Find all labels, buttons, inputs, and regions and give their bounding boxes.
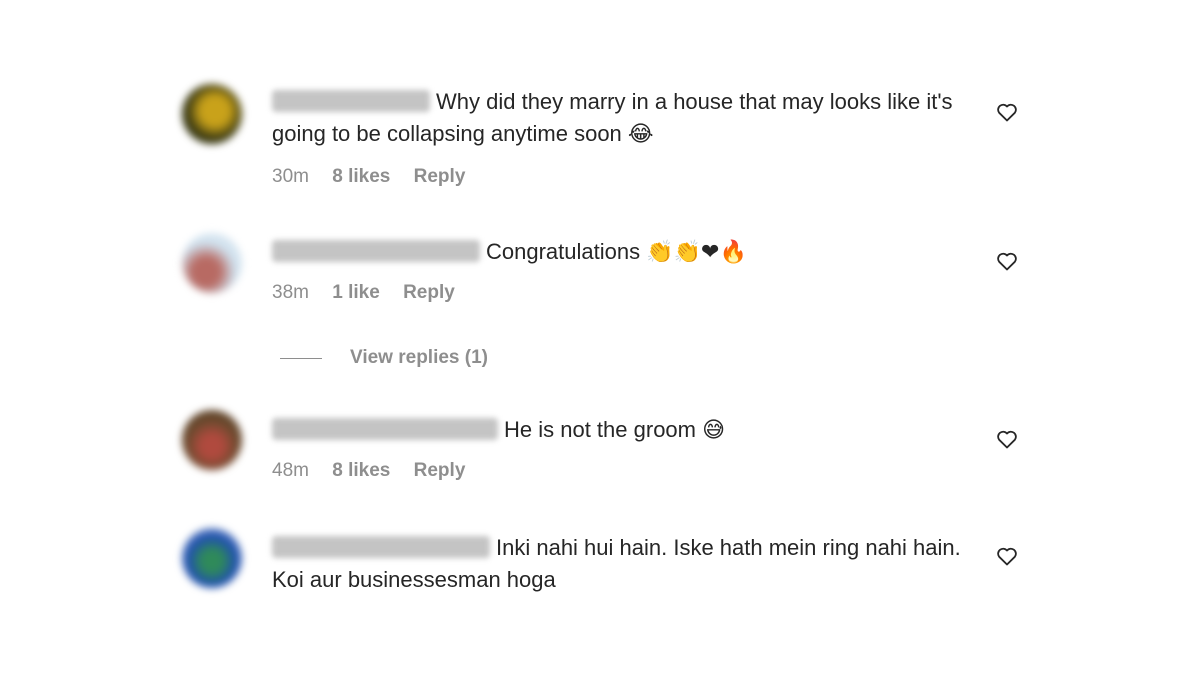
username-redacted[interactable]	[272, 240, 480, 262]
reply-button[interactable]: Reply	[414, 166, 466, 187]
comment-text: Congratulations 👏👏❤🔥	[272, 236, 972, 269]
comment-text: He is not the groom 😅	[272, 414, 972, 447]
view-replies-button[interactable]: View replies (1)	[280, 343, 488, 373]
emoji: 😅	[702, 418, 726, 443]
reply-button[interactable]: Reply	[403, 282, 455, 303]
username-redacted[interactable]	[272, 418, 498, 440]
avatar[interactable]	[182, 84, 242, 144]
comment-likes[interactable]: 8 likes	[332, 166, 390, 187]
comment-meta: 48m 8 likes Reply	[272, 460, 483, 482]
avatar[interactable]	[182, 528, 242, 588]
comment-message: Congratulations	[486, 239, 641, 264]
emoji: 😂	[627, 122, 654, 147]
emoji: 👏👏❤🔥	[646, 240, 747, 265]
heart-outline-icon[interactable]	[995, 249, 1019, 273]
heart-outline-icon[interactable]	[995, 100, 1019, 124]
username-redacted[interactable]	[272, 536, 490, 558]
comment-body: Inki nahi hui hain. Iske hath mein ring …	[272, 532, 972, 596]
comment-text: Inki nahi hui hain. Iske hath mein ring …	[272, 532, 972, 596]
comment-time: 30m	[272, 166, 309, 187]
comment-body: Congratulations 👏👏❤🔥 38m 1 like Reply	[272, 236, 972, 303]
comment-time: 38m	[272, 282, 309, 303]
comment-body: Why did they marry in a house that may l…	[272, 86, 972, 187]
comment-time: 48m	[272, 460, 309, 481]
comment-meta: 30m 8 likes Reply	[272, 166, 483, 188]
view-replies-label: View replies (1)	[350, 347, 488, 368]
username-redacted[interactable]	[272, 90, 430, 112]
comment-likes[interactable]: 1 like	[332, 282, 380, 303]
reply-button[interactable]: Reply	[414, 460, 466, 481]
avatar[interactable]	[182, 410, 242, 470]
divider-line	[280, 357, 322, 359]
comment-text: Why did they marry in a house that may l…	[272, 86, 972, 151]
heart-outline-icon[interactable]	[995, 544, 1019, 568]
comment-likes[interactable]: 8 likes	[332, 460, 390, 481]
comment-body: He is not the groom 😅 48m 8 likes Reply	[272, 414, 972, 481]
comment-message: He is not the groom	[504, 417, 696, 442]
avatar[interactable]	[182, 233, 242, 293]
comment-meta: 38m 1 like Reply	[272, 282, 473, 304]
heart-outline-icon[interactable]	[995, 427, 1019, 451]
